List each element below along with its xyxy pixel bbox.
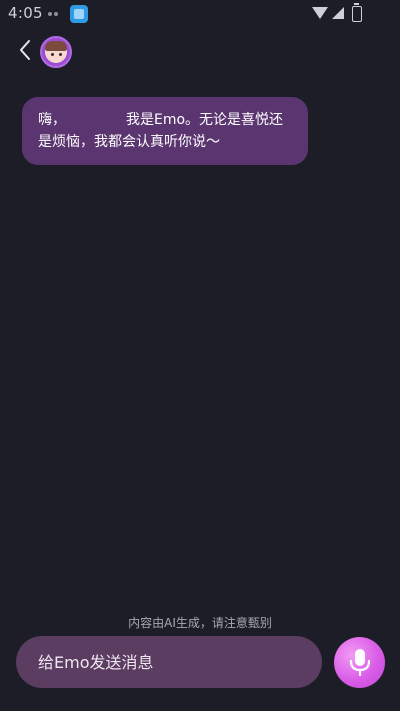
ai-message-bubble: 嗨， 我是Emo。无论是喜悦还是烦恼，我都会认真听你说～ bbox=[22, 97, 308, 165]
avatar-eye bbox=[59, 53, 62, 56]
avatar-hair bbox=[45, 41, 67, 51]
ai-disclaimer: 内容由AI生成，请注意甄别 bbox=[128, 616, 272, 630]
back-button[interactable] bbox=[14, 38, 38, 62]
status-indicators bbox=[312, 3, 372, 23]
chat-header bbox=[0, 30, 400, 74]
notification-dots-icon bbox=[48, 12, 60, 16]
message-greeting: 嗨， bbox=[38, 112, 66, 128]
mic-button[interactable] bbox=[334, 637, 385, 688]
microphone-icon bbox=[349, 649, 371, 677]
avatar-eye bbox=[51, 53, 54, 56]
message-input[interactable] bbox=[36, 651, 302, 673]
signal-icon bbox=[332, 7, 344, 19]
chevron-left-icon bbox=[20, 40, 30, 60]
message-input-box[interactable] bbox=[16, 636, 322, 688]
avatar[interactable] bbox=[40, 36, 72, 68]
masked-username bbox=[66, 112, 126, 124]
wifi-icon bbox=[312, 7, 328, 19]
chat-area: 嗨， 我是Emo。无论是喜悦还是烦恼，我都会认真听你说～ bbox=[0, 80, 400, 600]
battery-icon bbox=[352, 3, 362, 22]
status-time: 4:05 bbox=[8, 4, 43, 22]
app-notification-icon bbox=[70, 5, 88, 23]
status-bar: 4:05 bbox=[0, 0, 400, 28]
